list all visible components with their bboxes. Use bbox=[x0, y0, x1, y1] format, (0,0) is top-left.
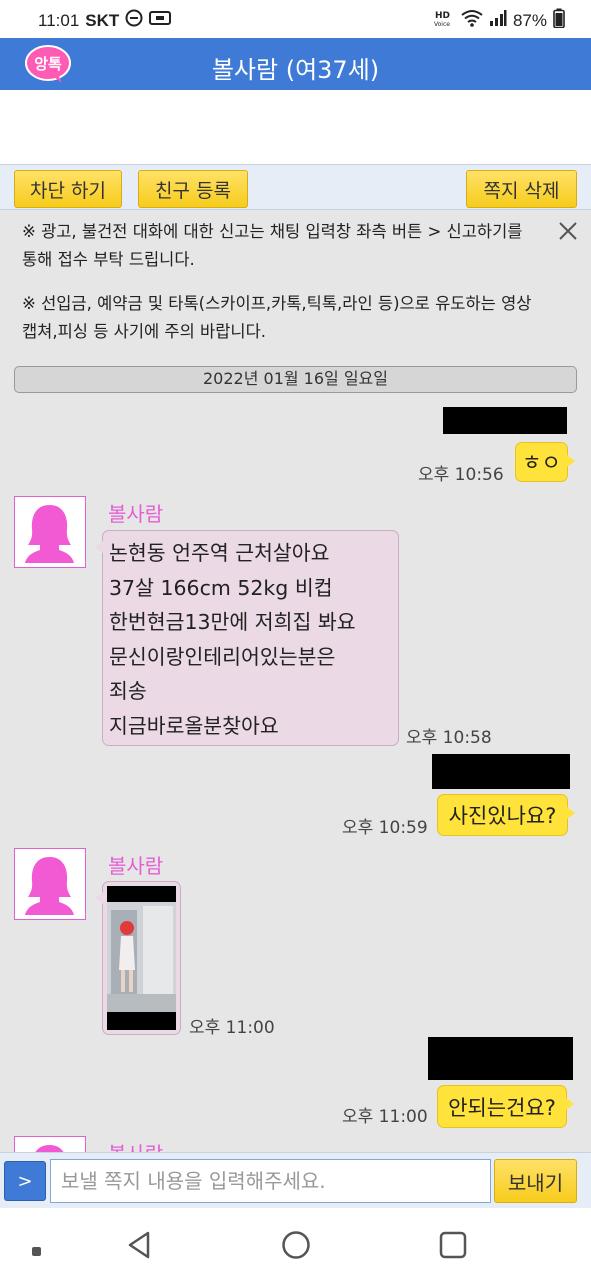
message-line: 37살 166cm 52kg 비컵 bbox=[109, 575, 333, 600]
message-line: 논현동 언주역 근처살아요 bbox=[109, 541, 330, 565]
sender-avatar[interactable] bbox=[14, 1136, 86, 1152]
svg-text:Voice: Voice bbox=[434, 21, 450, 28]
redacted-block bbox=[443, 407, 567, 434]
chat-partner-title: 볼사람 (여37세) bbox=[211, 56, 380, 84]
ad-area bbox=[0, 90, 591, 164]
sender-avatar[interactable] bbox=[14, 848, 86, 920]
message-input-bar: > 보낼 쪽지 내용을 입력해주세요. 보내기 bbox=[0, 1152, 591, 1208]
message-time: 오후 11:00 bbox=[342, 1107, 428, 1127]
my-message-bubble[interactable]: ㅎㅇ bbox=[515, 442, 575, 482]
back-icon[interactable] bbox=[126, 1230, 152, 1264]
female-avatar-icon bbox=[25, 505, 74, 563]
hd-voice-icon: HD Voice bbox=[433, 8, 455, 33]
home-icon[interactable] bbox=[281, 1230, 311, 1264]
close-notice-icon[interactable] bbox=[557, 220, 579, 242]
svg-text:HD: HD bbox=[435, 11, 450, 21]
my-message-bubble[interactable]: 안되는건요? bbox=[437, 1085, 574, 1128]
wifi-icon bbox=[461, 9, 483, 32]
screen-cast-icon bbox=[149, 9, 172, 32]
message-time: 오후 10:58 bbox=[406, 728, 492, 748]
sender-avatar[interactable] bbox=[14, 496, 86, 568]
status-carrier: SKT bbox=[85, 10, 120, 30]
message-line: 죄송 bbox=[109, 679, 147, 703]
signal-icon bbox=[489, 9, 507, 32]
female-avatar-icon bbox=[35, 1145, 64, 1152]
photo-message-bubble[interactable] bbox=[95, 881, 181, 1035]
warning-notice: ※ 광고, 불건전 대화에 대한 신고는 채팅 입력창 좌측 버튼 > 신고하기… bbox=[0, 210, 591, 358]
battery-percent: 87% bbox=[512, 10, 547, 30]
notice-report-text: ※ 광고, 불건전 대화에 대한 신고는 채팅 입력창 좌측 버튼 > 신고하기… bbox=[22, 222, 523, 269]
status-bar: 11:01 SKT HD Voice 87% bbox=[0, 0, 591, 38]
message-line: 지금바로올분찾아요 bbox=[109, 713, 279, 738]
message-time: 오후 10:59 bbox=[342, 818, 428, 838]
block-button[interactable]: 차단 하기 bbox=[14, 170, 122, 208]
message-input[interactable]: 보낼 쪽지 내용을 입력해주세요. bbox=[50, 1159, 491, 1203]
female-avatar-icon bbox=[25, 857, 74, 915]
sender-name: 볼사람 bbox=[108, 502, 164, 526]
recent-apps-icon[interactable] bbox=[439, 1231, 467, 1263]
report-menu-button[interactable]: > bbox=[4, 1161, 46, 1201]
notice-fraud-text: ※ 선입금, 예약금 및 타톡(스카이프,카톡,틱톡,라인 등)으로 유도하는 … bbox=[22, 294, 532, 341]
message-time: 오후 11:00 bbox=[189, 1018, 275, 1038]
do-not-disturb-icon bbox=[125, 9, 143, 32]
recent-dot-icon bbox=[32, 1241, 41, 1260]
send-button[interactable]: 보내기 bbox=[494, 1159, 577, 1203]
their-message-bubble[interactable]: 논현동 언주역 근처살아요 37살 166cm 52kg 비컵 한번현금13만에… bbox=[95, 530, 399, 746]
action-toolbar: 차단 하기 친구 등록 쪽지 삭제 bbox=[0, 164, 591, 210]
my-message-bubble[interactable]: 사진있나요? bbox=[437, 794, 575, 836]
delete-message-button[interactable]: 쪽지 삭제 bbox=[466, 170, 577, 208]
status-time: 11:01 bbox=[38, 10, 80, 30]
system-nav-bar bbox=[0, 1208, 591, 1280]
sender-name: 볼사람 bbox=[108, 854, 164, 878]
message-time: 오후 10:56 bbox=[418, 465, 504, 485]
battery-icon bbox=[553, 8, 565, 33]
redacted-block bbox=[432, 754, 570, 789]
photo-thumbnail bbox=[107, 886, 176, 1030]
sender-name: 볼사람 bbox=[108, 1138, 163, 1152]
message-line: 한번현금13만에 저희집 봐요 bbox=[109, 610, 356, 634]
chat-area[interactable]: 2022년 01월 16일 일요일 ㅎㅇ 오후 10:56 볼사람 논현동 언주… bbox=[0, 358, 591, 1152]
date-divider: 2022년 01월 16일 일요일 bbox=[14, 366, 577, 393]
app-header: 앙톡 볼사람 (여37세) bbox=[0, 38, 591, 90]
add-friend-button[interactable]: 친구 등록 bbox=[138, 170, 248, 208]
redacted-block bbox=[428, 1037, 573, 1080]
message-line: 문신이랑인테리어있는분은 bbox=[109, 644, 336, 669]
